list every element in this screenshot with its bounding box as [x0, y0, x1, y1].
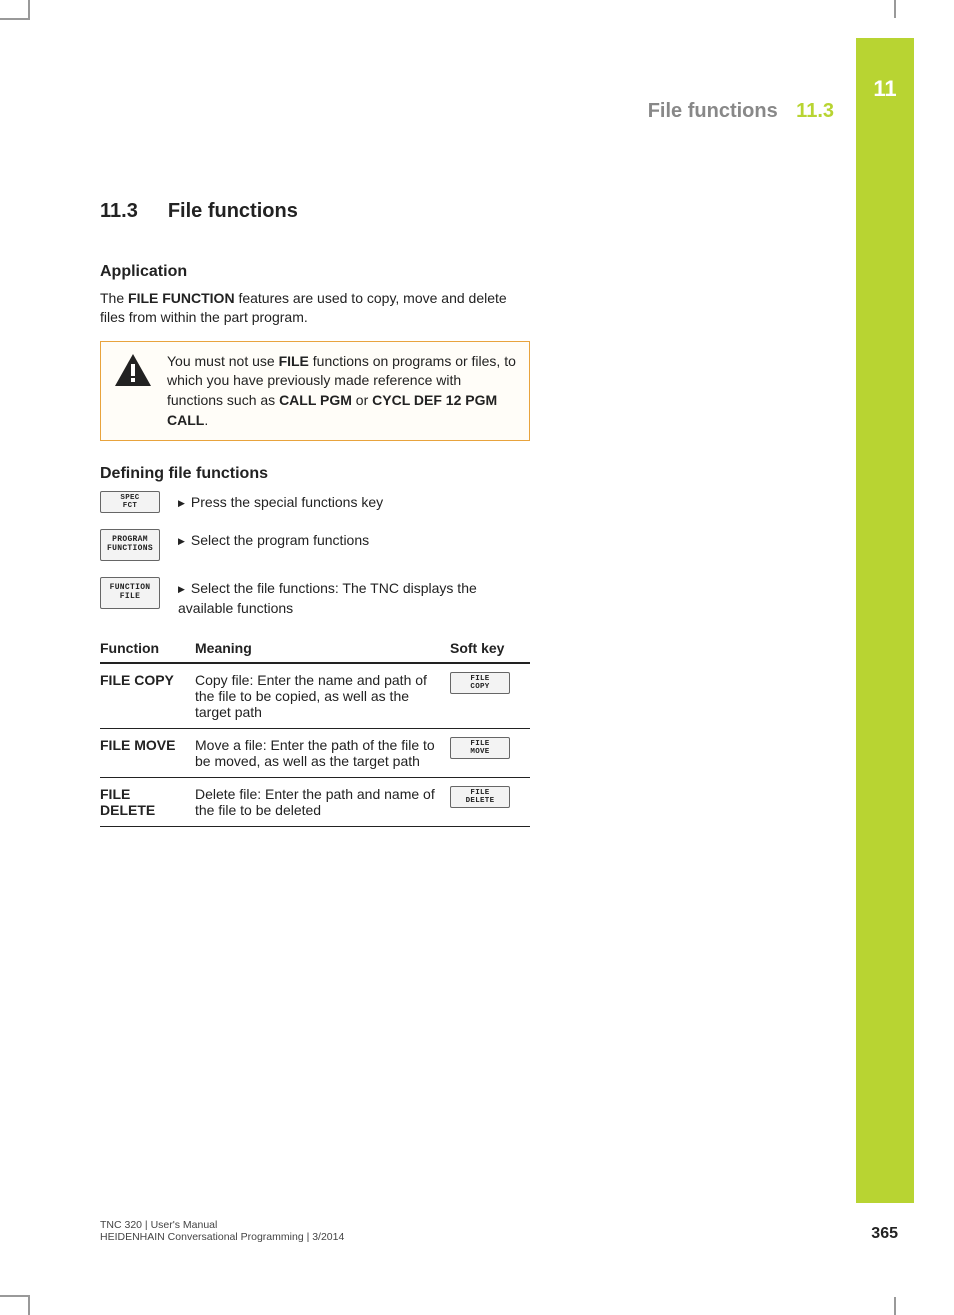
- softkey-label: DELETE: [451, 797, 509, 805]
- cell-meaning: Delete file: Enter the path and name of …: [195, 778, 450, 827]
- softkey-label: FUNCTIONS: [101, 545, 159, 554]
- softkey-file-move[interactable]: FILEMOVE: [450, 737, 510, 759]
- section-title: File functions: [168, 200, 298, 223]
- text: Select the program functions: [191, 532, 369, 548]
- table-row: FILE COPY Copy file: Enter the name and …: [100, 663, 530, 729]
- softkey-label: FILE: [451, 789, 509, 797]
- step-text: Select the program functions: [178, 529, 530, 551]
- text-bold: FILE FUNCTION: [128, 290, 235, 306]
- step-row: PROGRAM FUNCTIONS Select the program fun…: [100, 529, 530, 561]
- step-row: FUNCTION FILE Select the file functions:…: [100, 577, 530, 618]
- section-number: 11.3: [100, 200, 138, 223]
- warning-icon: [113, 352, 153, 430]
- chapter-number: 11: [856, 38, 914, 102]
- bullet-icon: [178, 493, 185, 513]
- cell-function: FILE MOVE: [100, 729, 195, 778]
- application-paragraph: The FILE FUNCTION features are used to c…: [100, 289, 530, 327]
- cell-meaning: Move a file: Enter the path of the file …: [195, 729, 450, 778]
- page-number: 365: [871, 1225, 898, 1243]
- bullet-icon: [178, 531, 185, 551]
- softkey-function-file[interactable]: FUNCTION FILE: [100, 577, 160, 609]
- bullet-icon: [178, 579, 185, 599]
- footer: TNC 320 | User's Manual HEIDENHAIN Conve…: [100, 1219, 344, 1243]
- text-bold: CALL PGM: [279, 392, 352, 408]
- chapter-tab: 11: [856, 38, 914, 1203]
- cell-function: FILE DELETE: [100, 778, 195, 827]
- softkey-label: FCT: [101, 502, 159, 510]
- softkey-label: FILE: [451, 675, 509, 683]
- col-meaning: Meaning: [195, 634, 450, 663]
- section-heading: 11.3 File functions: [100, 200, 530, 223]
- functions-table: Function Meaning Soft key FILE COPY Copy…: [100, 634, 530, 827]
- step-text: Press the special functions key: [178, 491, 530, 513]
- softkey-file-copy[interactable]: FILECOPY: [450, 672, 510, 694]
- running-header: File functions 11.3: [648, 100, 834, 123]
- table-row: FILE DELETE Delete file: Enter the path …: [100, 778, 530, 827]
- step-text: Select the file functions: The TNC displ…: [178, 577, 530, 618]
- softkey-file-delete[interactable]: FILEDELETE: [450, 786, 510, 808]
- text: You must not use: [167, 353, 279, 369]
- warning-box: You must not use FILE functions on progr…: [100, 341, 530, 441]
- warning-text: You must not use FILE functions on progr…: [167, 352, 517, 430]
- footer-line2: HEIDENHAIN Conversational Programming | …: [100, 1231, 344, 1243]
- col-function: Function: [100, 634, 195, 663]
- running-header-number: 11.3: [796, 100, 834, 122]
- text: or: [352, 392, 372, 408]
- table-row: FILE MOVE Move a file: Enter the path of…: [100, 729, 530, 778]
- text-bold: FILE: [279, 353, 309, 369]
- cell-meaning: Copy file: Enter the name and path of th…: [195, 663, 450, 729]
- footer-line1: TNC 320 | User's Manual: [100, 1219, 344, 1231]
- softkey-program-functions[interactable]: PROGRAM FUNCTIONS: [100, 529, 160, 561]
- softkey-label: MOVE: [451, 748, 509, 756]
- subheading-defining: Defining file functions: [100, 465, 530, 483]
- text: Press the special functions key: [191, 494, 383, 510]
- softkey-label: COPY: [451, 683, 509, 691]
- running-header-title: File functions: [648, 100, 778, 122]
- softkey-label: SPEC: [101, 494, 159, 502]
- cell-function: FILE COPY: [100, 663, 195, 729]
- text: The: [100, 290, 128, 306]
- step-row: SPEC FCT Press the special functions key: [100, 491, 530, 513]
- text: .: [204, 412, 208, 428]
- softkey-label: FILE: [451, 740, 509, 748]
- softkey-label: FILE: [101, 593, 159, 602]
- softkey-spec-fct[interactable]: SPEC FCT: [100, 491, 160, 513]
- text: Select the file functions: The TNC displ…: [178, 580, 477, 616]
- col-softkey: Soft key: [450, 634, 530, 663]
- subheading-application: Application: [100, 263, 530, 281]
